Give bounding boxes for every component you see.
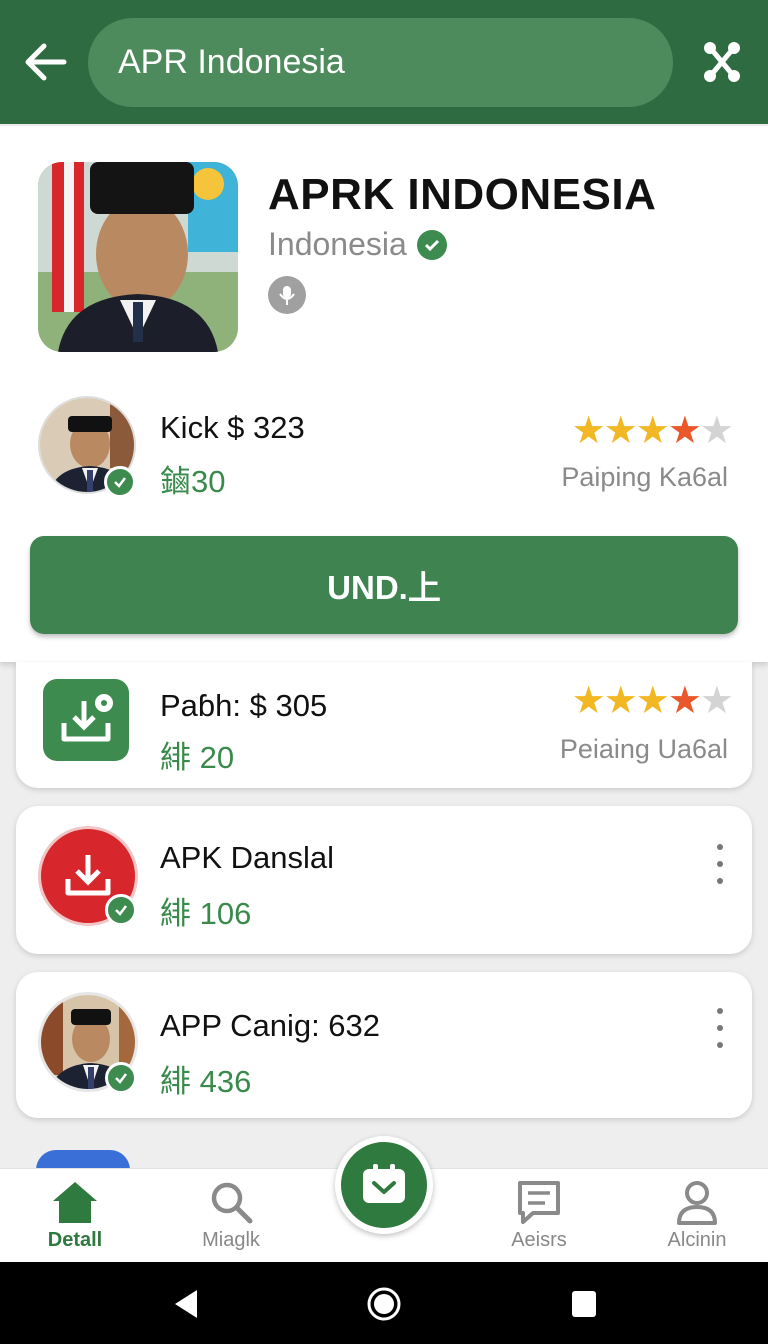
triangle-back-icon [175, 1290, 197, 1318]
nav-label: Detall [47, 1229, 103, 1251]
app-logo [38, 162, 238, 352]
nav-item-account[interactable]: Alcinin [632, 1169, 762, 1263]
more-options-icon[interactable] [710, 844, 730, 884]
primary-action-button[interactable]: UND.上 [30, 536, 738, 634]
search-field[interactable]: APR Indonesia [88, 18, 673, 107]
primary-action-label: UND.上 [327, 569, 441, 606]
nav-label: Alcinin [667, 1229, 727, 1251]
circle-home-icon [367, 1287, 401, 1321]
person-icon [677, 1181, 717, 1225]
star-icon: ★ [571, 410, 606, 452]
home-icon [53, 1182, 97, 1223]
app-subtitle: Indonesia [268, 226, 447, 263]
system-navigation-bar [0, 1262, 768, 1344]
star-icon: ★ [603, 410, 638, 452]
star-rating: ★★★★★ [571, 410, 734, 452]
star-icon: ★ [571, 680, 606, 722]
search-text: APR Indonesia [118, 43, 345, 81]
nav-item-search[interactable]: Miaglk [166, 1169, 296, 1263]
list-item[interactable]: APP Canig: 632 緋 436 [16, 972, 752, 1118]
system-back-button[interactable] [166, 1284, 206, 1324]
share-button[interactable] [700, 38, 744, 86]
message-icon [518, 1181, 560, 1224]
fab-inner [341, 1142, 427, 1228]
star-icon: ★ [699, 410, 734, 452]
list-item-sub: 緋 20 [160, 740, 235, 775]
star-rating: ★★★★★ [571, 680, 734, 722]
star-icon: ★ [699, 680, 734, 722]
featured-title: Kick $ 323 [160, 410, 305, 445]
share-nodes-icon [704, 42, 740, 82]
verified-check-icon [104, 466, 136, 498]
nav-label: Aeisrs [511, 1229, 567, 1251]
star-icon: ★ [635, 410, 670, 452]
list-item-sub: 緋 106 [160, 896, 252, 931]
back-button[interactable] [20, 40, 70, 84]
verified-check-icon [105, 1062, 137, 1094]
featured-sub: 鏀30 [160, 464, 226, 499]
star-icon: ★ [603, 680, 638, 722]
rating-label: Peiaing Ua6al [559, 734, 728, 764]
featured-item[interactable]: Kick $ 323 鏀30 ★★★★★ Paiping Ka6al [38, 396, 738, 499]
verified-icon [416, 229, 447, 260]
app-title: APRK INDONESIA [268, 170, 657, 219]
rating-label: Paiping Ka6al [561, 462, 728, 492]
square-recents-icon [572, 1291, 596, 1317]
center-action-button[interactable] [335, 1136, 433, 1234]
list-item[interactable]: APK Danslal 緋 106 [16, 806, 752, 954]
system-recents-button[interactable] [564, 1284, 604, 1324]
top-app-bar: APR Indonesia [0, 0, 768, 124]
search-icon [211, 1182, 253, 1224]
list-item-sub: 緋 436 [160, 1064, 252, 1099]
app-header-card: APRK INDONESIA Indonesia Kick $ 323 鏀30 … [0, 126, 768, 662]
system-home-button[interactable] [364, 1284, 404, 1324]
more-options-icon[interactable] [710, 1008, 730, 1048]
list-item-title: APK Danslal [160, 840, 335, 875]
app-subtitle-text: Indonesia [268, 226, 407, 262]
microphone-icon[interactable] [268, 276, 306, 314]
nav-label: Miaglk [202, 1229, 260, 1251]
verified-check-icon [105, 894, 137, 926]
download-square-icon [43, 679, 129, 761]
list-item[interactable]: Paɓh: $ 305 緋 20 ★★★★★ Peiaing Ua6al [16, 662, 752, 788]
calendar-check-icon [363, 1164, 405, 1203]
star-icon: ★ [667, 410, 702, 452]
star-icon: ★ [635, 680, 670, 722]
star-icon: ★ [667, 680, 702, 722]
nav-item-detail[interactable]: Detall [10, 1169, 140, 1263]
list-item-title: APP Canig: 632 [160, 1008, 381, 1043]
arrow-left-icon [25, 43, 67, 81]
list-item-title: Paɓh: $ 305 [160, 688, 328, 723]
nav-item-messages[interactable]: Aeisrs [474, 1169, 604, 1263]
